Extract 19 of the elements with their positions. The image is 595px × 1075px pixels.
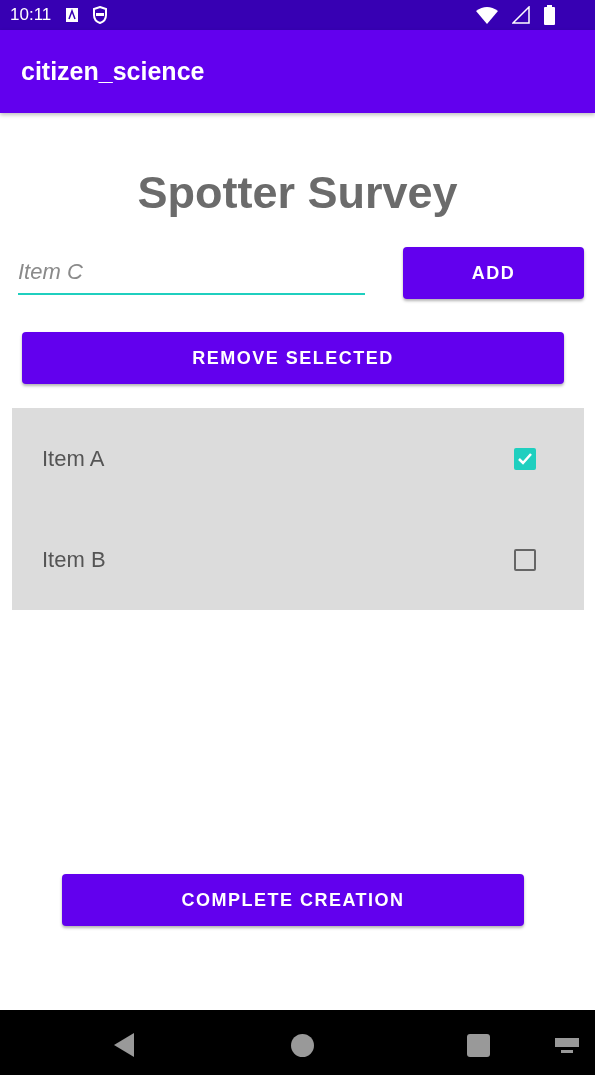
- checkbox[interactable]: [514, 447, 536, 470]
- back-icon[interactable]: [114, 1033, 136, 1057]
- remove-selected-button[interactable]: REMOVE SELECTED: [22, 332, 564, 384]
- wifi-icon: [476, 6, 498, 24]
- home-icon[interactable]: [291, 1034, 314, 1057]
- shield-icon: [93, 6, 108, 24]
- item-label: Item A: [42, 445, 105, 472]
- battery-icon: [544, 5, 555, 25]
- keyboard-icon[interactable]: [555, 1038, 579, 1054]
- signal-icon: [512, 6, 530, 24]
- complete-creation-button[interactable]: COMPLETE CREATION: [62, 874, 524, 926]
- checkbox[interactable]: [514, 548, 536, 571]
- app-title: citizen_science: [21, 57, 205, 86]
- item-input-field[interactable]: Item C: [18, 251, 365, 295]
- notification-icon: [65, 7, 80, 23]
- item-label: Item B: [42, 546, 106, 573]
- add-button[interactable]: ADD: [403, 247, 584, 299]
- status-time: 10:11: [10, 5, 52, 25]
- page-heading: Spotter Survey: [137, 167, 458, 219]
